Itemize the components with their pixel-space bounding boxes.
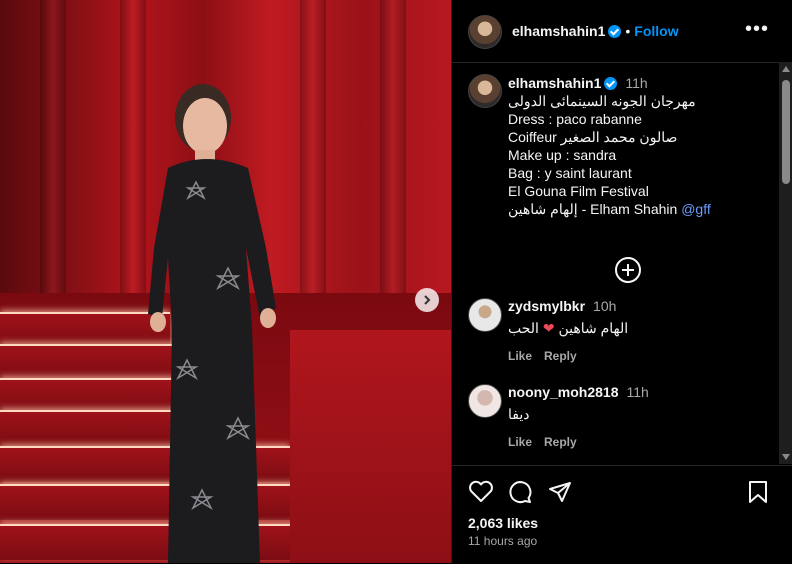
post-photo[interactable] [0, 0, 451, 563]
caption-avatar[interactable] [468, 74, 502, 108]
mention-link[interactable]: @gff [681, 201, 711, 217]
separator-dot: • [625, 23, 631, 39]
post-timestamp[interactable]: 11 hours ago [468, 534, 537, 548]
follow-button[interactable]: Follow [634, 23, 678, 39]
save-bookmark-icon[interactable] [748, 480, 768, 504]
post-header: elhamshahin1 • Follow ••• [452, 0, 792, 63]
comment-time: 11h [626, 384, 649, 400]
post-panel: elhamshahin1 • Follow ••• elhamshahin1 11h … [451, 0, 792, 563]
verified-icon [608, 25, 622, 38]
author-line: elhamshahin1 • Follow [512, 23, 679, 39]
likes-count[interactable]: 2,063 likes [468, 515, 538, 531]
comment-text-part: الحب [508, 320, 539, 336]
scroll-up-icon[interactable] [782, 66, 790, 72]
load-more-comments-icon[interactable] [615, 257, 641, 283]
comment-body: noony_moh2818 11h ديفا Like Reply [508, 384, 649, 449]
next-image-button[interactable] [415, 288, 439, 312]
commenter-username[interactable]: zydsmylbkr [508, 298, 585, 314]
caption-line-last: إلهام شاهين - Elham Shahin @gff [508, 200, 768, 218]
stage-edge [290, 330, 451, 563]
caption-line-text: إلهام شاهين - Elham Shahin [508, 201, 678, 217]
heart-icon[interactable] [468, 480, 494, 504]
like-comment-button[interactable]: Like [508, 349, 532, 363]
comment-text: ديفا [508, 406, 530, 422]
heart-icon: ❤ [542, 320, 555, 336]
scrollbar[interactable] [779, 62, 792, 464]
caption-time[interactable]: 11h [625, 75, 647, 91]
commenter-username[interactable]: noony_moh2818 [508, 384, 618, 400]
reply-button[interactable]: Reply [544, 435, 577, 449]
verified-icon [604, 77, 618, 90]
commenter-avatar[interactable] [468, 298, 502, 332]
like-comment-button[interactable]: Like [508, 435, 532, 449]
caption-body: elhamshahin1 11h مهرجان الجونه السينمائى … [508, 74, 768, 218]
comment-time: 10h [593, 298, 617, 314]
scroll-down-icon[interactable] [782, 454, 790, 460]
post-actions: 2,063 likes 11 hours ago [452, 465, 792, 564]
share-icon[interactable] [548, 480, 572, 504]
comment-body: zydsmylbkr 10h الهام شاهين ❤ الحب Like Rep… [508, 298, 628, 363]
more-options-icon[interactable]: ••• [745, 19, 769, 39]
caption-line: Coiffeur صالون محمد الصغير [508, 129, 678, 145]
comment-icon[interactable] [508, 480, 532, 504]
person-figure [148, 84, 276, 563]
caption-line: Make up : sandra [508, 147, 617, 163]
comments-scroll-area[interactable]: elhamshahin1 11h مهرجان الجونه السينمائى … [452, 62, 792, 464]
comment-text-part: الهام شاهين [558, 320, 629, 336]
scrollbar-thumb[interactable] [782, 80, 790, 184]
caption-line: مهرجان الجونه السينمائى الدولى [508, 93, 696, 109]
chevron-right-icon [424, 295, 431, 305]
caption-line: Bag : y saint laurant [508, 165, 632, 181]
commenter-avatar[interactable] [468, 384, 502, 418]
author-username[interactable]: elhamshahin1 [512, 23, 605, 39]
stair-step [0, 312, 170, 348]
caption-line: El Gouna Film Festival [508, 183, 649, 199]
reply-button[interactable]: Reply [544, 349, 577, 363]
comment-actions: Like Reply [508, 349, 628, 363]
caption-username[interactable]: elhamshahin1 [508, 75, 601, 91]
comment-text: الهام شاهين ❤ الحب [508, 320, 628, 337]
caption-line: Dress : paco rabanne [508, 111, 642, 127]
comment-actions: Like Reply [508, 435, 649, 449]
author-avatar[interactable] [468, 15, 502, 49]
